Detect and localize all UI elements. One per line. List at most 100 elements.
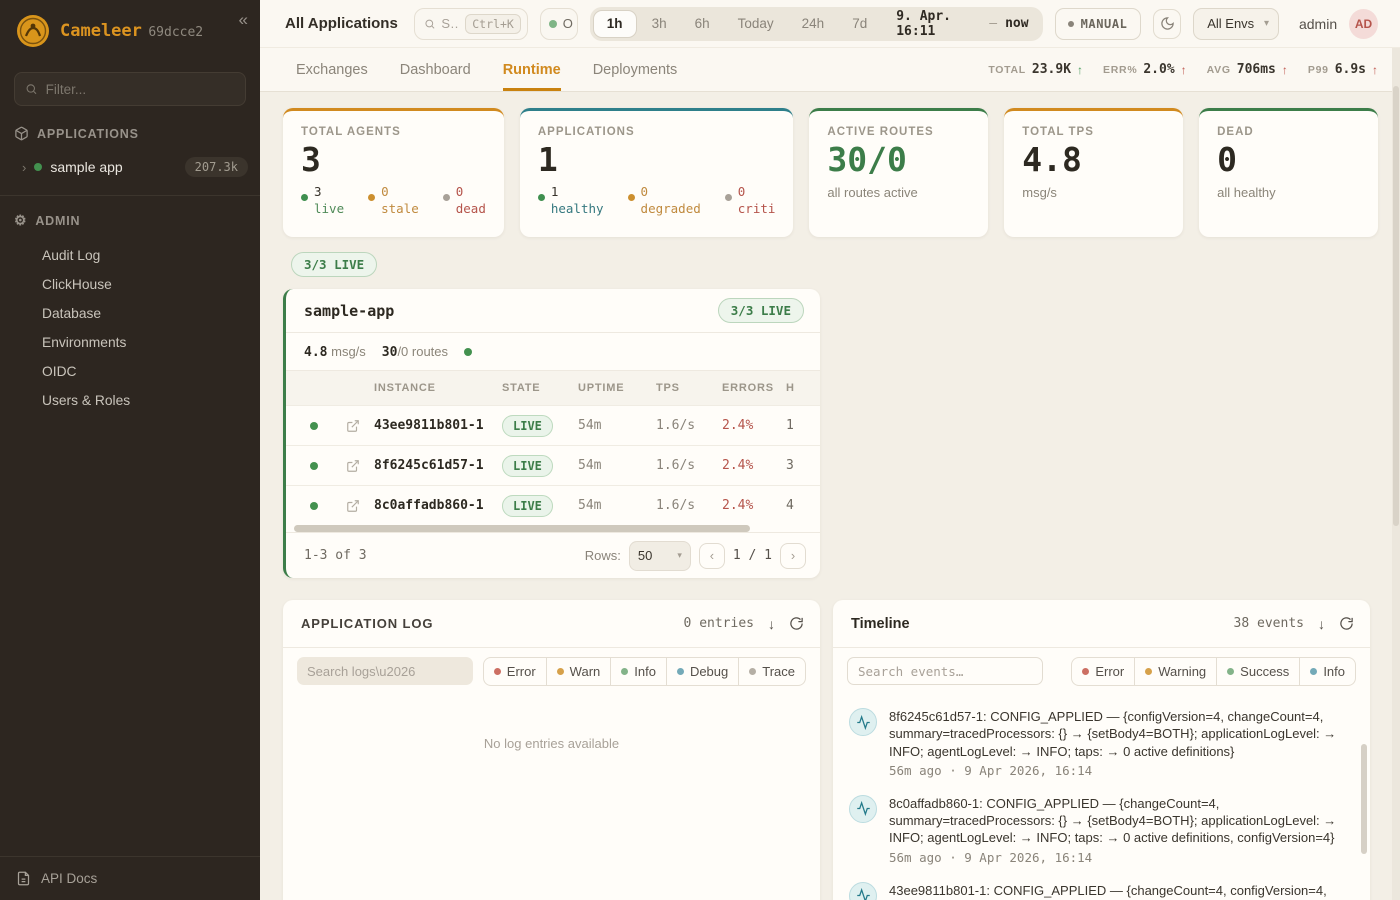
manual-mode-button[interactable]: MANUAL (1055, 8, 1141, 40)
table-row[interactable]: 8f6245c61d57-1LIVE54m1.6/s2.4%3 (286, 445, 820, 485)
sidebar-item-clickhouse[interactable]: ClickHouse (0, 270, 260, 299)
stat-label: TOTAL (988, 64, 1026, 76)
log-filter-error[interactable]: Error (483, 657, 547, 686)
online-dot (549, 20, 557, 28)
timeline-filter-success[interactable]: Success (1216, 657, 1300, 686)
gear-icon: ⚙ (14, 212, 27, 229)
expand-chevron-icon[interactable]: › (22, 160, 26, 175)
tab-runtime[interactable]: Runtime (503, 48, 561, 91)
sidebar-item-oidc[interactable]: OIDC (0, 357, 260, 386)
refresh-button[interactable] (1339, 616, 1354, 631)
row-open-link[interactable] (332, 419, 374, 433)
timeline-filter-error[interactable]: Error (1071, 657, 1135, 686)
log-filter-info[interactable]: Info (610, 657, 667, 686)
tab-dashboard[interactable]: Dashboard (400, 48, 471, 91)
page-scrollbar (1392, 48, 1400, 900)
rows-per-page-select[interactable]: 50 ▾ (629, 541, 691, 571)
instance-tps: 1.6/s (656, 418, 722, 433)
admin-section-header: ⚙ ADMIN (0, 196, 260, 237)
moon-icon (1160, 16, 1175, 31)
main-area: All Applications S… Ctrl+K O 1h3h6hToday… (260, 0, 1400, 900)
live-summary-badge-wrap: 3/3 LIVE (291, 252, 1378, 277)
routes-value: 30 (382, 345, 398, 360)
timeline-title: Timeline (851, 616, 910, 632)
timeline-event[interactable]: 43ee9811b801-1: CONFIG_APPLIED — {change… (849, 882, 1352, 900)
page-scrollbar-thumb[interactable] (1393, 86, 1399, 526)
table-row[interactable]: 8c0affadb860-1LIVE54m1.6/s2.4%4 (286, 485, 820, 525)
table-header: INSTANCESTATEUPTIMETPSERRORSH (286, 371, 820, 405)
sidebar-item-audit-log[interactable]: Audit Log (0, 241, 260, 270)
table-footer: 1-3 of 3 Rows: 50 ▾ ‹ 1 / 1 › (286, 532, 820, 578)
applications-header-label: APPLICATIONS (37, 127, 139, 141)
instance-h: 1 (786, 418, 820, 433)
time-range-display[interactable]: 9. Apr. 16:11 — now (896, 9, 1028, 39)
sidebar-collapse-icon[interactable]: « (239, 10, 248, 30)
instance-id: 43ee9811b801-1 (374, 418, 502, 433)
time-range-today[interactable]: Today (725, 10, 787, 38)
next-page-button[interactable]: › (780, 543, 806, 569)
global-search[interactable]: S… Ctrl+K (414, 8, 528, 40)
admin-header-label: ADMIN (35, 214, 80, 228)
header-stat-err: ERR%2.0%↑ (1103, 62, 1187, 77)
breakdown-value: 0 (641, 184, 701, 200)
env-select[interactable]: All Envs ▾ (1193, 8, 1278, 40)
app-title: Cameleer 69dcce2 (60, 21, 203, 41)
download-button[interactable]: ↓ (1318, 616, 1325, 632)
online-status-chip[interactable]: O (540, 8, 578, 40)
time-range-24h[interactable]: 24h (789, 10, 838, 38)
time-range-6h[interactable]: 6h (682, 10, 723, 38)
stat-value: 2.0% (1143, 62, 1174, 77)
time-range-7d[interactable]: 7d (839, 10, 880, 38)
table-row[interactable]: 43ee9811b801-1LIVE54m1.6/s2.4%1 (286, 405, 820, 445)
row-open-link[interactable] (332, 459, 374, 473)
breakdown-label: stale (381, 201, 419, 217)
sidebar-item-users-roles[interactable]: Users & Roles (0, 386, 260, 415)
log-filter-warn[interactable]: Warn (546, 657, 612, 686)
routes-metric: 30/0 routes (382, 344, 448, 360)
col-h: H (786, 382, 820, 394)
instance-state: LIVE (502, 417, 578, 435)
level-dot (557, 668, 564, 675)
breakdown-text: 0stale (381, 184, 419, 217)
table-h-scrollbar-thumb[interactable] (294, 525, 750, 532)
app-item-label: sample app (50, 159, 176, 175)
time-range-1h[interactable]: 1h (593, 10, 637, 38)
search-shortcut-kbd: Ctrl+K (465, 14, 521, 34)
time-range-3h[interactable]: 3h (639, 10, 680, 38)
timeline-event[interactable]: 8f6245c61d57-1: CONFIG_APPLIED — {config… (849, 708, 1352, 778)
timeline-search-input[interactable]: Search events… (847, 657, 1043, 685)
timeline-scrollbar-thumb[interactable] (1361, 744, 1367, 854)
sidebar-item-environments[interactable]: Environments (0, 328, 260, 357)
refresh-icon (789, 616, 804, 631)
stat-label: P99 (1308, 64, 1329, 76)
log-search-input[interactable]: Search logs\u2026 (297, 657, 473, 685)
sidebar-item-api-docs[interactable]: API Docs (0, 856, 260, 900)
external-link-icon (346, 459, 360, 473)
refresh-button[interactable] (789, 616, 804, 631)
timeline-filter-warning[interactable]: Warning (1134, 657, 1217, 686)
row-open-link[interactable] (332, 499, 374, 513)
sidebar-item-database[interactable]: Database (0, 299, 260, 328)
breakdown-degraded: 0degraded (628, 184, 701, 217)
instance-tps: 1.6/s (656, 458, 722, 473)
range-separator: — (989, 16, 997, 31)
sidebar-filter-input[interactable] (46, 82, 235, 97)
log-filter-debug[interactable]: Debug (666, 657, 739, 686)
dark-mode-toggle[interactable] (1153, 9, 1182, 39)
breakdown-stale: 0stale (368, 184, 419, 217)
card-label: TOTAL AGENTS (301, 126, 486, 138)
download-button[interactable]: ↓ (768, 616, 775, 632)
tab-exchanges[interactable]: Exchanges (296, 48, 368, 91)
sidebar-filter[interactable] (14, 72, 246, 106)
status-dot (443, 194, 450, 201)
avatar[interactable]: AD (1349, 9, 1378, 39)
instance-uptime: 54m (578, 498, 656, 513)
timeline-filter-info[interactable]: Info (1299, 657, 1356, 686)
card-subtext: msg/s (1022, 185, 1165, 200)
card-value: 3 (301, 142, 486, 178)
prev-page-button[interactable]: ‹ (699, 543, 725, 569)
timeline-event[interactable]: 8c0affadb860-1: CONFIG_APPLIED — {change… (849, 795, 1352, 865)
tab-deployments[interactable]: Deployments (593, 48, 678, 91)
log-filter-trace[interactable]: Trace (738, 657, 806, 686)
sidebar-item-sample-app[interactable]: › sample app 207.3k (0, 149, 260, 185)
